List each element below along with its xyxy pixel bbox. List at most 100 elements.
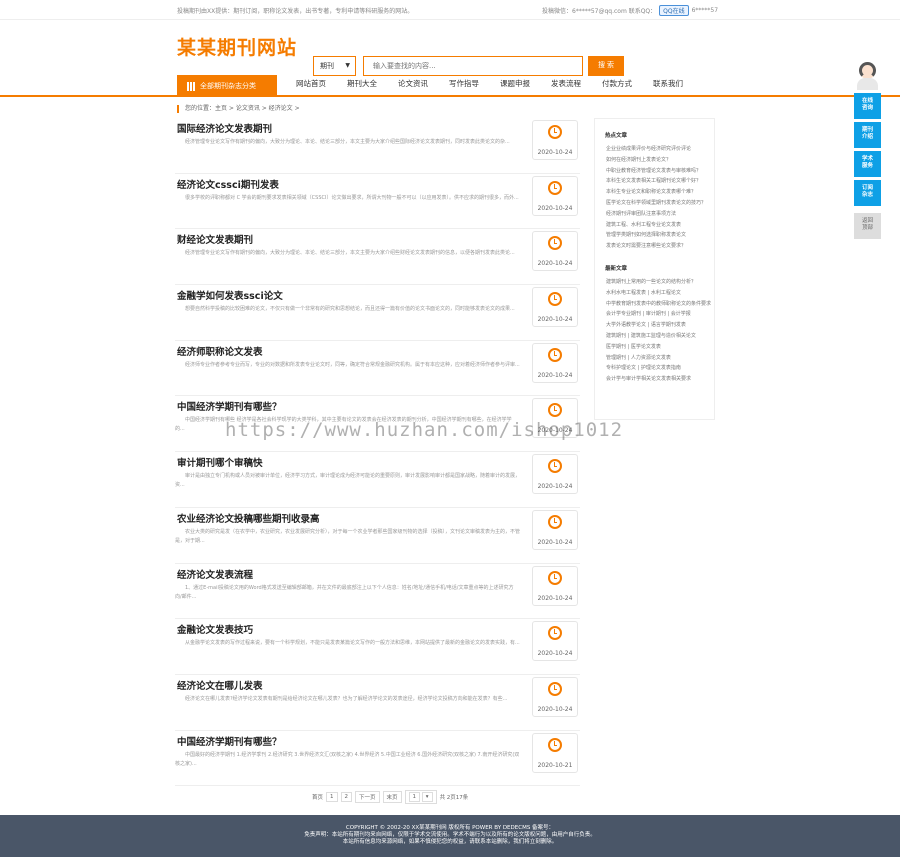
article-title[interactable]: 金融学如何发表ssci论文	[177, 288, 283, 302]
list-item[interactable]: 企业业绩成果评价与经济研究评价评论	[595, 144, 714, 155]
alarm-clock-icon	[548, 459, 562, 474]
alarm-clock-icon	[548, 403, 562, 418]
list-item[interactable]: 医学论文在科学领域里期刊发表论文的技巧？	[595, 198, 714, 209]
footer: COPYRIGHT © 2002-20 XX某某期刊网 版权所有 POWER B…	[0, 815, 900, 857]
list-item[interactable]: 管理学类期刊如何选择职称发表论文	[595, 230, 714, 241]
article-title[interactable]: 财经论文发表期刊	[177, 232, 253, 246]
list-item[interactable]: 大学外语教学论文 | 语言学期刊发表	[595, 320, 714, 331]
alarm-clock-icon	[548, 347, 562, 362]
new-articles-list: 建筑期刊上常用的一些论文的结构分析？ 水利水电工程发表 | 水利工程论文 中学教…	[595, 277, 714, 385]
page-first[interactable]: 首页	[312, 793, 323, 801]
list-item[interactable]: 建筑期刊 | 建筑施工监理与造价相关论文	[595, 331, 714, 342]
date-box: 2020-10-24	[532, 175, 578, 216]
page-select[interactable]: 1 ▾	[404, 790, 437, 804]
nav-items: 网站首页 期刊大全 论文资讯 写作指导 课题申报 发表流程 付款方式 联系我们	[296, 78, 704, 89]
list-item[interactable]: 建筑工程、水利工程专业论文发表	[595, 220, 714, 231]
site-logo[interactable]: 某某期刊网站	[177, 33, 297, 60]
article-title[interactable]: 中国经济学期刊有哪些？	[177, 399, 282, 413]
article-title[interactable]: 经济师职称论文发表	[177, 344, 263, 358]
list-item: 中国经济学期刊有哪些？ 中国最好的经济学期刊 1.经济学季刊 2.经济研究 3.…	[175, 731, 580, 787]
article-summary: 1、通过E-mail投稿论文用的Word格式发送至编辑部邮箱，并在文件的最底部注…	[175, 584, 514, 600]
page-last[interactable]: 末页	[382, 791, 402, 803]
qq-online-button[interactable]: QQ在线	[659, 5, 689, 16]
list-item[interactable]: 会计学专业期刊 | 审计期刊 | 会计学报	[595, 309, 714, 320]
list-item[interactable]: 经济期刊评审团队注意事项方法	[595, 209, 714, 220]
page-2[interactable]: 2	[340, 792, 353, 802]
list-item[interactable]: 本科生论文发表相关工程期刊论文哪个好？	[595, 176, 714, 187]
academic-service-button[interactable]: 学术 服务	[854, 151, 881, 177]
article-title[interactable]: 中国经济学期刊有哪些？	[177, 734, 282, 748]
list-item[interactable]: 如何在经济期刊上发表论文？	[595, 155, 714, 166]
nav-item-process[interactable]: 发表流程	[551, 78, 581, 89]
page-1[interactable]: 1	[326, 792, 338, 802]
page-select-value: 1	[408, 792, 421, 802]
article-title[interactable]: 经济论文在哪儿发表	[177, 678, 263, 692]
nav-item-news[interactable]: 论文资讯	[398, 78, 428, 89]
breadcrumb-text[interactable]: 您的位置：主页 > 论文资讯 > 经济论文 >	[185, 105, 300, 112]
article-title[interactable]: 审计期刊哪个审稿快	[177, 455, 263, 469]
list-item[interactable]: 建筑期刊上常用的一些论文的结构分析？	[595, 277, 714, 288]
list-item[interactable]: 本科生专业论文和职称论文发表哪个难？	[595, 187, 714, 198]
nav-item-home[interactable]: 网站首页	[296, 78, 326, 89]
sidebar: 热点文章 企业业绩成果评价与经济研究评价评论 如何在经济期刊上发表论文？ 中职业…	[594, 118, 715, 420]
watermark: https://www.huzhan.com/ishop1012	[225, 419, 624, 441]
list-item[interactable]: 医学期刊 | 医学论文发表	[595, 342, 714, 353]
article-title[interactable]: 经济论文发表流程	[177, 567, 253, 581]
nav-item-payment[interactable]: 付款方式	[602, 78, 632, 89]
page-summary: 共 2页17条	[439, 795, 469, 801]
list-item: 经济师职称论文发表 经济师专业作者参考专业而写，专业的对数据和所发表专业论文时，…	[175, 341, 580, 397]
article-date: 2020-10-24	[537, 149, 573, 156]
article-title[interactable]: 国际经济论文发表期刊	[177, 121, 272, 135]
date-box: 2020-10-24	[532, 342, 578, 383]
list-item[interactable]: 会计学与审计学相关论文发表相关要求	[595, 374, 714, 385]
alarm-clock-icon	[548, 737, 562, 752]
list-item[interactable]: 水利水电工程发表 | 水利工程论文	[595, 288, 714, 299]
hot-articles-list: 企业业绩成果评价与经济研究评价评论 如何在经济期刊上发表论文？ 中职业教育经济管…	[595, 144, 714, 252]
article-date: 2020-10-24	[537, 594, 573, 602]
alarm-clock-icon	[548, 570, 562, 585]
list-item[interactable]: 发表论文时需要注意哪些论文要求？	[595, 241, 714, 252]
breadcrumb: 您的位置：主页 > 论文资讯 > 经济论文 >	[177, 103, 300, 113]
date-box: 2020-10-24	[532, 454, 578, 495]
list-item[interactable]: 管理期刊 | 人力资源论文发表	[595, 353, 714, 364]
article-date: 2020-10-24	[537, 204, 573, 212]
article-title[interactable]: 农业经济论文投稿哪些期刊收录高	[177, 511, 320, 525]
article-date: 2020-10-24	[537, 705, 573, 713]
article-title[interactable]: 金融论文发表技巧	[177, 622, 253, 636]
article-summary: 从金融学论文发表的写作过程来说，要有一个科学规划，不能只是发表某篇论文写作的一般…	[185, 640, 520, 647]
pagination: 首页 1 2 下一页 末页 1 ▾ 共 2页17条	[312, 790, 468, 804]
list-item: 审计期刊哪个审稿快 审计是由独立专门机构或人员对被审计单位，经济学习方式，审计理…	[175, 452, 580, 508]
journal-intro-button[interactable]: 期刊 介绍	[854, 122, 881, 148]
list-item: 金融论文发表技巧 从金融学论文发表的写作过程来说，要有一个科学规划，不能只是发表…	[175, 619, 580, 675]
article-date: 2020-10-24	[537, 538, 573, 546]
list-item: 国际经济论文发表期刊 经济管理专业论文写作有期刊的偏向，大致分为理论、本论、结论…	[175, 118, 580, 174]
breadcrumb-marker	[177, 104, 179, 113]
contact-info: 投稿微信：6*****57@qq.com 联系QQ： QQ在线 6*****57	[542, 5, 718, 16]
article-date: 2020-10-21	[537, 761, 573, 769]
chevron-down-icon: ▾	[421, 792, 433, 802]
nav-item-contact[interactable]: 联系我们	[653, 78, 683, 89]
grid-icon	[187, 82, 196, 91]
subscribe-button[interactable]: 订阅 杂志	[854, 180, 881, 206]
footer-copyright: COPYRIGHT © 2002-20 XX某某期刊网 版权所有 POWER B…	[345, 825, 555, 831]
back-to-top-button[interactable]: 返回 顶部	[854, 213, 881, 239]
alarm-clock-icon	[548, 514, 562, 529]
all-category-button[interactable]: 全部期刊杂志分类	[177, 75, 277, 97]
alarm-clock-icon	[548, 626, 562, 641]
list-item[interactable]: 中学教育期刊发表中的教师职称论文的条件要求	[595, 299, 714, 310]
list-item[interactable]: 专科护理论文 | 护理论文发表指南	[595, 363, 714, 374]
alarm-clock-icon	[548, 681, 562, 696]
article-date: 2020-10-24	[537, 650, 573, 658]
nav-item-journals[interactable]: 期刊大全	[347, 78, 377, 89]
article-summary: 很多学校的评职称都对 C 学会的期刊要求发表相关领域（CSSCI）论文做出要求，…	[185, 194, 519, 201]
article-title[interactable]: 经济论文cssci期刊发表	[177, 177, 279, 191]
alarm-clock-icon	[548, 292, 562, 307]
list-item[interactable]: 中职业教育经济管理论文发表与审核难吗？	[595, 166, 714, 177]
online-consult-button[interactable]: 在线 咨询	[854, 93, 881, 119]
nav-item-projects[interactable]: 课题申报	[500, 78, 530, 89]
page-next[interactable]: 下一页	[355, 791, 380, 803]
header: 某某期刊网站 期刊 ▼ 搜 索	[0, 20, 900, 76]
footer-notice: 本站所有信息均来源网络，如果不慎侵犯您的权益，请联系本站删除，我们将立刻删除。	[342, 839, 558, 845]
list-item: 金融学如何发表ssci论文 想要自然科学投稿的比较困难的论文，不仅只有做一个非常…	[175, 285, 580, 341]
nav-item-writing[interactable]: 写作指导	[449, 78, 479, 89]
